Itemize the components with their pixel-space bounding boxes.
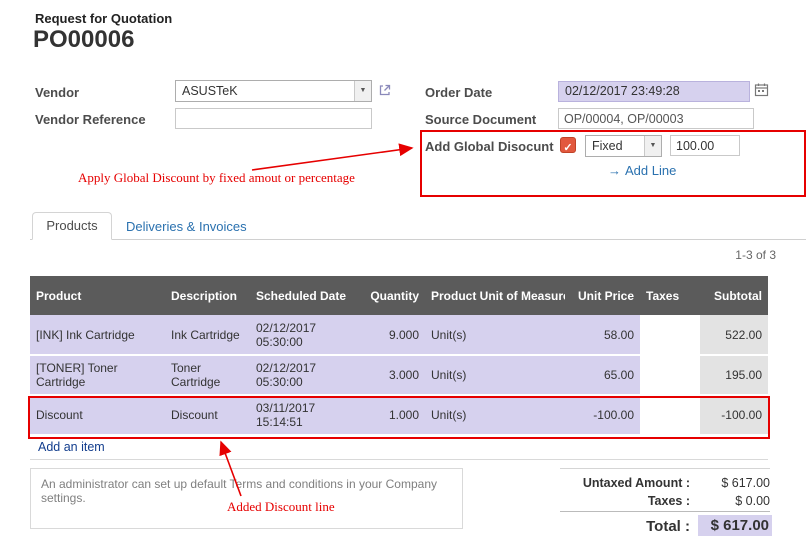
table-bottom-divider	[30, 459, 768, 460]
order-date-label: Order Date	[425, 85, 492, 100]
tab-products[interactable]: Products	[32, 212, 112, 240]
header-uom[interactable]: Product Unit of Measure	[425, 276, 565, 315]
cell-product[interactable]: Discount	[30, 395, 165, 435]
cell-scheduled-date[interactable]: 02/12/2017 05:30:00	[250, 315, 355, 355]
chevron-down-icon	[644, 136, 661, 156]
cell-scheduled-date[interactable]: 03/11/2017 15:14:51	[250, 395, 355, 435]
table-row-discount[interactable]: Discount Discount 03/11/2017 15:14:51 1.…	[30, 395, 768, 435]
table-row[interactable]: [TONER] Toner Cartridge Toner Cartridge …	[30, 355, 768, 395]
annotation-arrow-global-discount	[252, 148, 412, 170]
table-row[interactable]: [INK] Ink Cartridge Ink Cartridge 02/12/…	[30, 315, 768, 355]
external-link-icon[interactable]	[378, 83, 392, 102]
vendor-label: Vendor	[35, 85, 79, 100]
vendor-reference-label: Vendor Reference	[35, 112, 146, 127]
cell-quantity[interactable]: 1.000	[355, 395, 425, 435]
cell-scheduled-date[interactable]: 02/12/2017 05:30:00	[250, 355, 355, 395]
cell-subtotal[interactable]: -100.00	[700, 395, 768, 435]
cell-description[interactable]: Discount	[165, 395, 250, 435]
discount-type-value: Fixed	[592, 136, 623, 156]
discount-amount-input[interactable]	[670, 135, 740, 156]
cell-unit-price[interactable]: 58.00	[565, 315, 640, 355]
cell-quantity[interactable]: 3.000	[355, 355, 425, 395]
cell-product[interactable]: [TONER] Toner Cartridge	[30, 355, 165, 395]
vendor-select-value: ASUSTeK	[182, 81, 238, 101]
taxes-total-label: Taxes :	[540, 494, 690, 508]
source-document-input[interactable]	[558, 108, 754, 129]
header-subtotal[interactable]: Subtotal	[700, 276, 768, 315]
header-description[interactable]: Description	[165, 276, 250, 315]
totals-top-divider	[560, 468, 770, 469]
total-label: Total :	[540, 518, 690, 535]
header-product[interactable]: Product	[30, 276, 165, 315]
cell-uom[interactable]: Unit(s)	[425, 315, 565, 355]
header-scheduled-date[interactable]: Scheduled Date	[250, 276, 355, 315]
cell-product[interactable]: [INK] Ink Cartridge	[30, 315, 165, 355]
cell-description[interactable]: Ink Cartridge	[165, 315, 250, 355]
cell-uom[interactable]: Unit(s)	[425, 395, 565, 435]
totals-divider	[560, 511, 770, 512]
untaxed-amount-value: $ 617.00	[690, 476, 770, 490]
calendar-icon[interactable]	[754, 82, 769, 102]
source-document-label: Source Document	[425, 112, 536, 127]
global-discount-checkbox[interactable]	[560, 137, 576, 153]
annotation-global-discount-note: Apply Global Discount by fixed amout or …	[78, 170, 355, 186]
header-quantity[interactable]: Quantity	[355, 276, 425, 315]
cell-taxes[interactable]	[640, 395, 700, 435]
page-title: PO00006	[33, 26, 134, 54]
cell-unit-price[interactable]: 65.00	[565, 355, 640, 395]
cell-subtotal[interactable]: 195.00	[700, 355, 768, 395]
order-date-input[interactable]: 02/12/2017 23:49:28	[558, 81, 750, 102]
add-an-item-link[interactable]: Add an item	[38, 440, 105, 454]
discount-type-select[interactable]: Fixed	[585, 135, 662, 157]
cell-description[interactable]: Toner Cartridge	[165, 355, 250, 395]
cell-uom[interactable]: Unit(s)	[425, 355, 565, 395]
document-type-label: Request for Quotation	[35, 11, 172, 26]
add-line-label: Add Line	[625, 163, 676, 178]
untaxed-amount-label: Untaxed Amount :	[540, 476, 690, 490]
vendor-select[interactable]: ASUSTeK	[175, 80, 372, 102]
cell-unit-price[interactable]: -100.00	[565, 395, 640, 435]
cell-taxes[interactable]	[640, 315, 700, 355]
total-value: $ 617.00	[698, 515, 772, 536]
order-lines-table: Product Description Scheduled Date Quant…	[30, 276, 768, 436]
pager[interactable]: 1-3 of 3	[690, 248, 776, 262]
add-item-row	[30, 438, 768, 459]
annotation-discount-line-note: Added Discount line	[227, 499, 335, 515]
purchase-order-page: Request for Quotation PO00006 Vendor ASU…	[0, 0, 810, 546]
vendor-reference-input[interactable]	[175, 108, 372, 129]
cell-taxes[interactable]	[640, 355, 700, 395]
arrow-right-icon: →	[608, 163, 621, 178]
table-header-row: Product Description Scheduled Date Quant…	[30, 276, 768, 315]
tab-bar-divider	[30, 239, 806, 240]
chevron-down-icon	[354, 81, 371, 101]
global-discount-label: Add Global Disocunt	[425, 139, 554, 154]
add-line-link[interactable]: → Add Line	[608, 163, 676, 178]
cell-quantity[interactable]: 9.000	[355, 315, 425, 355]
tab-deliveries-invoices[interactable]: Deliveries & Invoices	[126, 219, 247, 234]
taxes-total-value: $ 0.00	[690, 494, 770, 508]
header-unit-price[interactable]: Unit Price	[565, 276, 640, 315]
header-taxes[interactable]: Taxes	[640, 276, 700, 315]
cell-subtotal[interactable]: 522.00	[700, 315, 768, 355]
